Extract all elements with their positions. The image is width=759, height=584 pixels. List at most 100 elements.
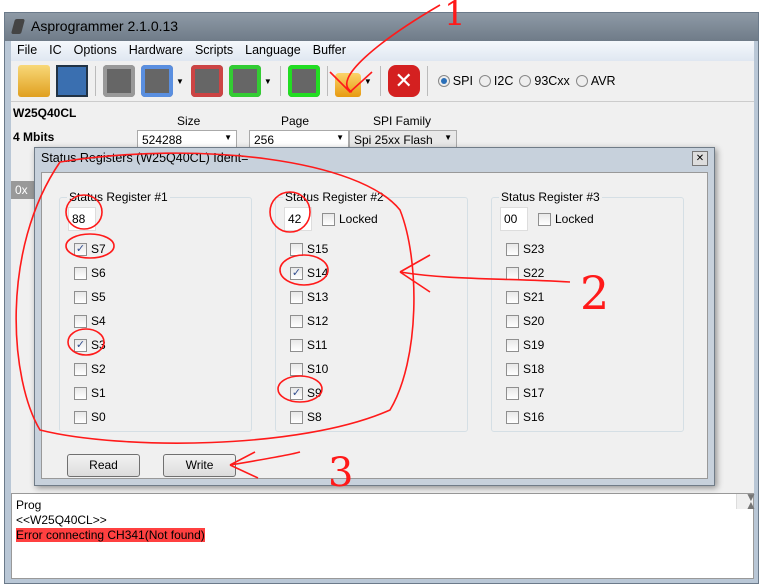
bit-checkbox-s14[interactable]: ✓ S14 xyxy=(290,266,328,280)
checkbox[interactable]: ✓ xyxy=(74,338,87,352)
checkbox[interactable] xyxy=(290,410,303,424)
checkbox[interactable] xyxy=(506,290,519,304)
read-button[interactable]: Read xyxy=(67,454,140,477)
locked-checkbox[interactable]: Locked xyxy=(538,212,594,226)
checkbox[interactable] xyxy=(74,410,87,424)
chevron-down-icon[interactable]: ▼ xyxy=(364,77,372,86)
write-chip-icon[interactable] xyxy=(141,65,173,97)
close-icon[interactable]: ✕ xyxy=(692,151,708,166)
checkbox[interactable] xyxy=(506,242,519,256)
register-value-input[interactable]: 00 xyxy=(500,207,528,231)
checkbox[interactable] xyxy=(290,362,303,376)
bit-checkbox-s23[interactable]: S23 xyxy=(506,242,544,256)
radio-i2c[interactable]: I2C xyxy=(478,74,513,88)
lock-icon[interactable] xyxy=(334,73,361,97)
bit-checkbox-s15[interactable]: S15 xyxy=(290,242,328,256)
bit-label: S14 xyxy=(307,266,329,280)
bit-checkbox-s16[interactable]: S16 xyxy=(506,410,544,424)
checkbox[interactable] xyxy=(74,386,87,400)
checkbox[interactable] xyxy=(506,314,519,328)
register-value-input[interactable]: 42 xyxy=(284,207,312,231)
checkbox[interactable] xyxy=(506,266,519,280)
bit-checkbox-s9[interactable]: ✓ S9 xyxy=(290,386,322,400)
bit-label: S12 xyxy=(307,314,329,328)
checkbox[interactable] xyxy=(74,362,87,376)
radio-spi[interactable]: SPI xyxy=(437,74,473,88)
checkbox-label: Locked xyxy=(555,212,594,226)
locked-checkbox[interactable]: Locked xyxy=(322,212,378,226)
verify-chip-icon[interactable] xyxy=(228,65,261,97)
menu-item-file[interactable]: File xyxy=(11,41,43,61)
bit-checkbox-s1[interactable]: S1 xyxy=(74,386,106,400)
chevron-down-icon[interactable]: ▼ xyxy=(176,77,184,86)
checkbox[interactable]: ✓ xyxy=(290,266,303,280)
radio-button[interactable] xyxy=(478,75,491,87)
open-icon[interactable] xyxy=(18,65,50,97)
checkbox[interactable] xyxy=(506,410,519,424)
checkbox[interactable] xyxy=(290,314,303,328)
radio-label: 93Cxx xyxy=(534,74,570,88)
status-registers-dialog: Status Registers (W25Q40CL) Ident= ✕ Rea… xyxy=(34,147,715,486)
bit-checkbox-s20[interactable]: S20 xyxy=(506,314,544,328)
bit-checkbox-s4[interactable]: S4 xyxy=(74,314,106,328)
register-value-input[interactable]: 88 xyxy=(68,207,96,231)
bit-checkbox-s8[interactable]: S8 xyxy=(290,410,322,424)
bit-label: S10 xyxy=(307,362,329,376)
radio-avr[interactable]: AVR xyxy=(575,74,616,88)
checkbox[interactable] xyxy=(322,212,335,226)
radio-93cxx[interactable]: 93Cxx xyxy=(519,74,570,88)
bit-checkbox-s2[interactable]: S2 xyxy=(74,362,106,376)
chevron-down-icon: ▼ xyxy=(336,133,344,142)
bit-checkbox-s0[interactable]: S0 xyxy=(74,410,106,424)
save-icon[interactable] xyxy=(56,65,88,97)
bit-checkbox-s5[interactable]: S5 xyxy=(74,290,106,304)
bit-checkbox-s18[interactable]: S18 xyxy=(506,362,544,376)
bit-checkbox-s22[interactable]: S22 xyxy=(506,266,544,280)
group-title: Status Register #1 xyxy=(67,190,170,204)
bit-checkbox-s6[interactable]: S6 xyxy=(74,266,106,280)
bit-checkbox-s7[interactable]: ✓ S7 xyxy=(74,242,106,256)
erase-chip-icon[interactable] xyxy=(190,65,223,97)
log-scrollbar[interactable]: ▲ ▼ xyxy=(736,490,757,512)
check-blank-icon[interactable] xyxy=(287,65,320,97)
bit-checkbox-s10[interactable]: S10 xyxy=(290,362,328,376)
bit-checkbox-s12[interactable]: S12 xyxy=(290,314,328,328)
checkbox[interactable] xyxy=(290,290,303,304)
radio-button[interactable] xyxy=(575,75,588,87)
checkbox[interactable] xyxy=(290,338,303,352)
checkbox[interactable] xyxy=(538,212,551,226)
menu-item-options[interactable]: Options xyxy=(68,41,123,61)
checkbox[interactable] xyxy=(74,266,87,280)
checkbox[interactable] xyxy=(506,386,519,400)
menu-item-buffer[interactable]: Buffer xyxy=(307,41,352,61)
read-chip-icon[interactable] xyxy=(103,65,135,97)
bit-label: S2 xyxy=(91,362,106,376)
checkbox[interactable]: ✓ xyxy=(290,386,303,400)
checkbox[interactable] xyxy=(74,314,87,328)
menu-item-hardware[interactable]: Hardware xyxy=(123,41,189,61)
checkbox[interactable] xyxy=(506,362,519,376)
menu-item-ic[interactable]: IC xyxy=(43,41,68,61)
bit-checkbox-s19[interactable]: S19 xyxy=(506,338,544,352)
write-button[interactable]: Write xyxy=(163,454,236,477)
bit-checkbox-s13[interactable]: S13 xyxy=(290,290,328,304)
chevron-down-icon[interactable]: ▼ xyxy=(264,77,272,86)
checkbox[interactable] xyxy=(506,338,519,352)
bit-checkbox-s3[interactable]: ✓ S3 xyxy=(74,338,106,352)
stop-icon[interactable]: ✕ xyxy=(387,65,420,97)
toolbar-separator xyxy=(95,66,96,96)
app-icon xyxy=(10,19,26,34)
checkbox[interactable] xyxy=(290,242,303,256)
checkbox[interactable] xyxy=(74,290,87,304)
status-register-2-group: Status Register #2 42 Locked S15 ✓ S14 S13 S12 S… xyxy=(275,190,468,432)
bit-checkbox-s11[interactable]: S11 xyxy=(290,338,327,352)
bit-label: S21 xyxy=(523,290,545,304)
menu-item-language[interactable]: Language xyxy=(239,41,307,61)
menu-item-scripts[interactable]: Scripts xyxy=(189,41,239,61)
bit-label: S19 xyxy=(523,338,545,352)
checkbox[interactable]: ✓ xyxy=(74,242,87,256)
bit-checkbox-s17[interactable]: S17 xyxy=(506,386,544,400)
radio-button[interactable] xyxy=(437,75,450,87)
radio-button[interactable] xyxy=(519,75,532,87)
bit-checkbox-s21[interactable]: S21 xyxy=(506,290,544,304)
